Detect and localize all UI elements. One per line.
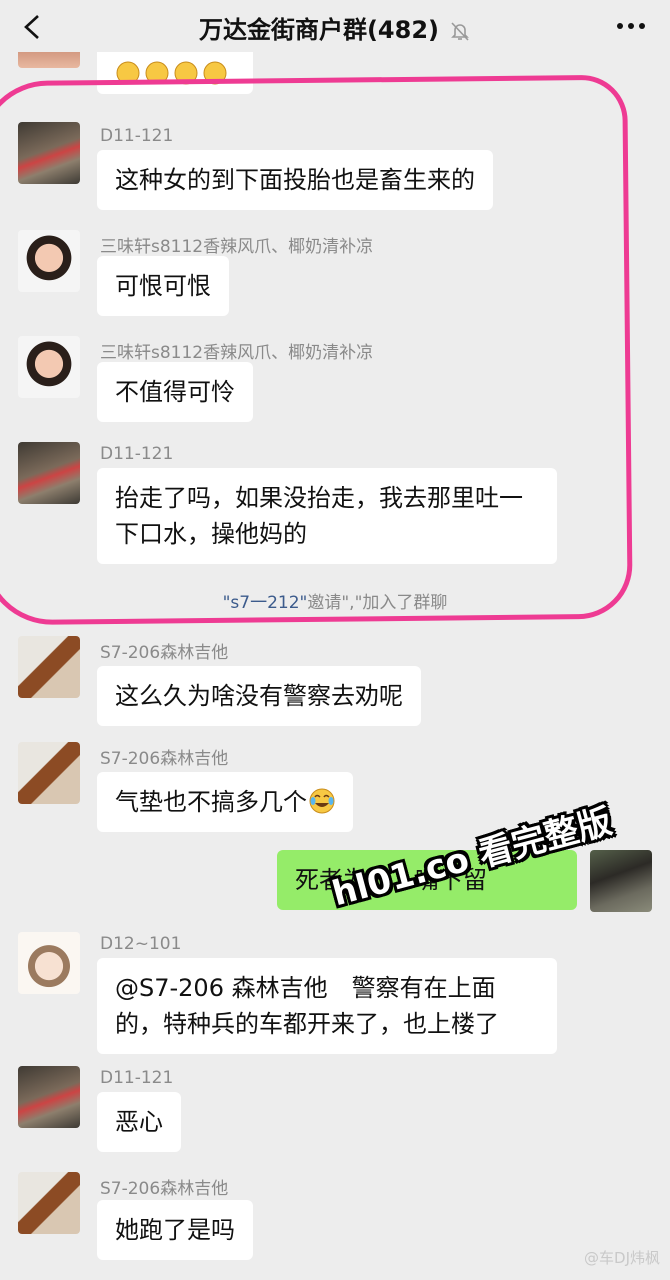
avatar[interactable] <box>18 742 80 804</box>
invited-user-link[interactable]: "s7一212" <box>223 593 308 613</box>
sender-name: D12~101 <box>100 934 182 954</box>
mute-bell-icon <box>451 22 469 41</box>
system-notice-text: 邀请","加入了群聊 <box>307 593 448 613</box>
system-notice: "s7一212"邀请","加入了群聊 <box>0 588 670 613</box>
sender-name: 三味轩s8112香辣风爪、椰奶清补凉 <box>100 343 374 363</box>
avatar[interactable] <box>18 230 80 292</box>
message-bubble[interactable]: 她跑了是吗 <box>97 1200 253 1260</box>
sender-name: D11-121 <box>100 126 174 146</box>
sender-name: D11-121 <box>100 1068 174 1088</box>
laughing-tears-emoji-icon <box>309 788 335 814</box>
message-bubble[interactable]: 这种女的到下面投胎也是畜生来的 <box>97 150 493 210</box>
avatar[interactable] <box>18 442 80 504</box>
avatar[interactable] <box>18 1066 80 1128</box>
message-bubble[interactable]: 抬走了吗，如果没抬走，我去那里吐一下口水，操他妈的 <box>97 468 557 564</box>
avatar[interactable] <box>18 636 80 698</box>
sender-name: S7-206森林吉他 <box>100 643 229 663</box>
message-bubble[interactable]: 恶心 <box>97 1092 181 1152</box>
message-text: 气垫也不搞多几个 <box>115 788 307 816</box>
sender-name: 三味轩s8112香辣风爪、椰奶清补凉 <box>100 237 374 257</box>
sender-name: S7-206森林吉他 <box>100 1179 229 1199</box>
message-bubble[interactable]: @S7-206 森林吉他 警察有在上面的，特种兵的车都开来了，也上楼了 <box>97 958 557 1054</box>
emoji-row-icon <box>116 61 227 85</box>
message-bubble[interactable]: 可恨可恨 <box>97 256 229 316</box>
message-bubble[interactable]: 气垫也不搞多几个 <box>97 772 353 832</box>
more-dots-icon[interactable] <box>616 22 646 30</box>
avatar[interactable] <box>18 932 80 994</box>
sender-name: D11-121 <box>100 444 174 464</box>
chat-header: 万达金街商户群(482) <box>0 0 670 52</box>
source-credit: @车DJ炜枫 <box>584 1249 660 1267</box>
chat-title: 万达金街商户群(482) <box>0 10 670 45</box>
avatar[interactable] <box>18 1172 80 1234</box>
avatar[interactable] <box>18 336 80 398</box>
avatar[interactable] <box>18 122 80 184</box>
avatar[interactable] <box>590 850 652 912</box>
message-bubble[interactable]: 不值得可怜 <box>97 362 253 422</box>
message-bubble[interactable]: 这么久为啥没有警察去劝呢 <box>97 666 421 726</box>
sender-name: S7-206森林吉他 <box>100 749 229 769</box>
